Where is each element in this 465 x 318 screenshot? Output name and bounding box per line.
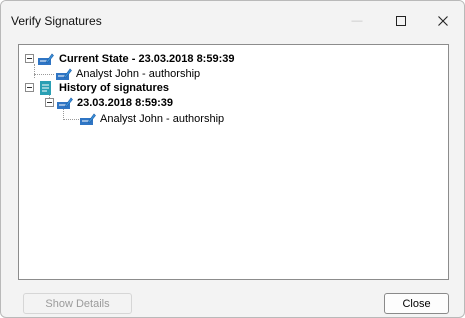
maximize-icon — [396, 16, 406, 26]
tree-node-history[interactable]: History of signatures — [59, 81, 169, 95]
tree-node-label: 23.03.2018 8:59:39 — [77, 97, 174, 109]
minimize-button[interactable]: — — [336, 1, 378, 41]
tree-node-history-entry[interactable]: 23.03.2018 8:59:39 — [77, 96, 173, 110]
maximize-button[interactable] — [380, 1, 422, 41]
minimize-icon: — — [351, 15, 363, 27]
collapse-toggle[interactable] — [25, 83, 34, 92]
tree-node-label: Current State - 23.03.2018 8:59:39 — [59, 53, 235, 65]
window-title: Verify Signatures — [11, 14, 102, 28]
tree-node-label: History of signatures — [59, 82, 170, 94]
close-icon — [438, 16, 448, 26]
title-bar: Verify Signatures — — [1, 1, 464, 41]
collapse-toggle[interactable] — [45, 98, 54, 107]
show-details-button[interactable]: Show Details — [23, 293, 132, 314]
signature-tree[interactable]: Current State - 23.03.2018 8:59:39 Analy… — [18, 44, 449, 280]
tree-node-label: Analyst John - authorship — [76, 68, 201, 80]
tree-line — [34, 74, 54, 75]
collapse-toggle[interactable] — [25, 54, 34, 63]
signature-icon — [38, 53, 54, 65]
show-details-label: Show Details — [45, 297, 110, 310]
signature-icon — [56, 68, 72, 80]
tree-line — [34, 64, 35, 78]
signature-icon — [80, 113, 96, 125]
close-button[interactable]: Close — [384, 293, 449, 314]
signature-icon — [57, 97, 73, 109]
close-window-button[interactable] — [422, 1, 464, 41]
tree-node-history-signer[interactable]: Analyst John - authorship — [100, 112, 224, 126]
tree-node-current-signer[interactable]: Analyst John - authorship — [76, 67, 200, 81]
document-icon — [40, 81, 51, 95]
tree-node-label: Analyst John - authorship — [100, 113, 225, 125]
verify-signatures-dialog: Verify Signatures — Current State - 23.0… — [0, 0, 465, 318]
tree-node-current-state[interactable]: Current State - 23.03.2018 8:59:39 — [59, 52, 234, 66]
close-label: Close — [402, 297, 431, 310]
